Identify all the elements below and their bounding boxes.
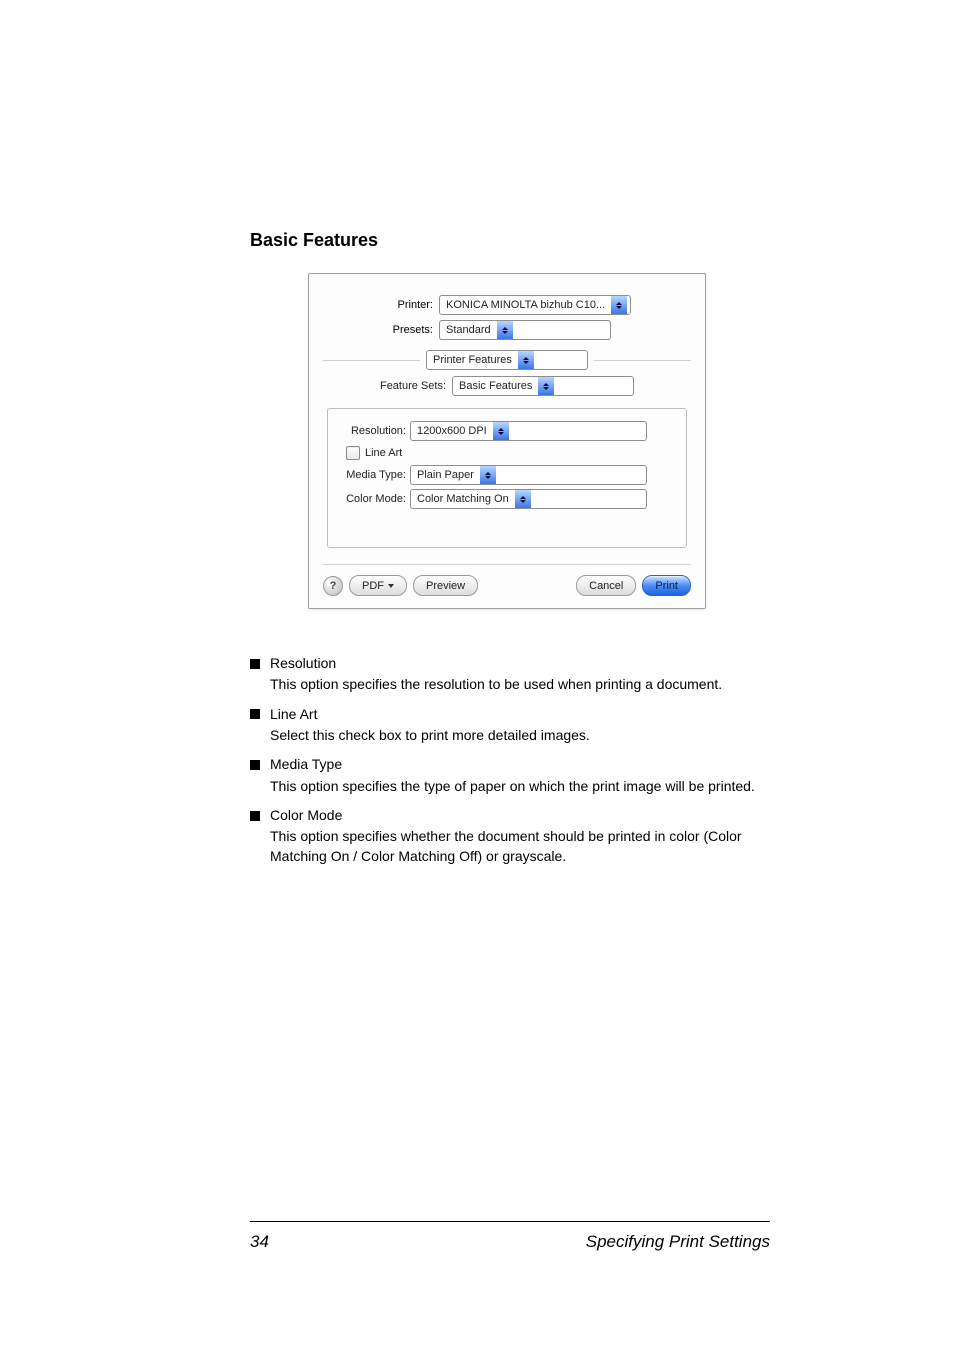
mediatype-value: Plain Paper <box>411 469 480 481</box>
bullet-body: This option specifies whether the docume… <box>270 827 764 866</box>
lineart-label: Line Art <box>365 447 402 459</box>
panel-select-value: Printer Features <box>427 354 518 366</box>
footer-title: Specifying Print Settings <box>586 1232 770 1252</box>
pdf-label: PDF <box>362 580 384 592</box>
presets-select[interactable]: Standard <box>439 320 611 340</box>
updown-icon <box>493 422 509 440</box>
feature-sets-value: Basic Features <box>453 380 538 392</box>
bullet-body: This option specifies the resolution to … <box>270 675 764 694</box>
section-heading: Basic Features <box>250 230 764 251</box>
bullet-icon <box>250 709 260 719</box>
presets-label: Presets: <box>323 324 439 336</box>
preview-button[interactable]: Preview <box>413 575 478 596</box>
preview-label: Preview <box>426 580 465 592</box>
cancel-button[interactable]: Cancel <box>576 575 636 596</box>
bullet-icon <box>250 659 260 669</box>
feature-sets-label: Feature Sets: <box>380 380 446 392</box>
resolution-label: Resolution: <box>336 425 410 437</box>
feature-options-group: Resolution: 1200x600 DPI Line Art Media … <box>327 408 687 548</box>
lineart-checkbox-row[interactable]: Line Art <box>346 446 678 460</box>
colormode-label: Color Mode: <box>336 493 410 505</box>
checkbox-icon <box>346 446 360 460</box>
resolution-value: 1200x600 DPI <box>411 425 493 437</box>
printer-select-value: KONICA MINOLTA bizhub C10... <box>440 299 611 311</box>
divider <box>323 360 420 361</box>
colormode-value: Color Matching On <box>411 493 515 505</box>
feature-sets-select[interactable]: Basic Features <box>452 376 634 396</box>
cancel-label: Cancel <box>589 580 623 592</box>
bullet-title: Resolution <box>270 654 336 673</box>
bullet-title: Color Mode <box>270 806 342 825</box>
mediatype-label: Media Type: <box>336 469 410 481</box>
footer-rule <box>250 1221 770 1222</box>
bullet-body: Select this check box to print more deta… <box>270 726 764 745</box>
print-dialog: Printer: KONICA MINOLTA bizhub C10... Pr… <box>308 273 706 609</box>
updown-icon <box>515 490 531 508</box>
printer-label: Printer: <box>323 299 439 311</box>
updown-icon <box>538 377 554 395</box>
help-button[interactable]: ? <box>323 576 343 596</box>
page-number: 34 <box>250 1232 269 1252</box>
pdf-button[interactable]: PDF <box>349 575 407 596</box>
updown-icon <box>518 351 534 369</box>
resolution-select[interactable]: 1200x600 DPI <box>410 421 647 441</box>
help-glyph: ? <box>330 580 337 592</box>
updown-icon <box>611 296 627 314</box>
divider <box>594 360 691 361</box>
printer-select[interactable]: KONICA MINOLTA bizhub C10... <box>439 295 631 315</box>
chevron-down-icon <box>388 584 394 588</box>
panel-select[interactable]: Printer Features <box>426 350 588 370</box>
bullet-title: Line Art <box>270 705 317 724</box>
print-button[interactable]: Print <box>642 575 691 596</box>
colormode-select[interactable]: Color Matching On <box>410 489 647 509</box>
bullet-body: This option specifies the type of paper … <box>270 777 764 796</box>
updown-icon <box>497 321 513 339</box>
updown-icon <box>480 466 496 484</box>
bullets: Resolution This option specifies the res… <box>250 654 764 866</box>
print-label: Print <box>655 580 678 592</box>
mediatype-select[interactable]: Plain Paper <box>410 465 647 485</box>
bullet-title: Media Type <box>270 755 342 774</box>
bullet-icon <box>250 811 260 821</box>
bullet-icon <box>250 760 260 770</box>
presets-select-value: Standard <box>440 324 497 336</box>
